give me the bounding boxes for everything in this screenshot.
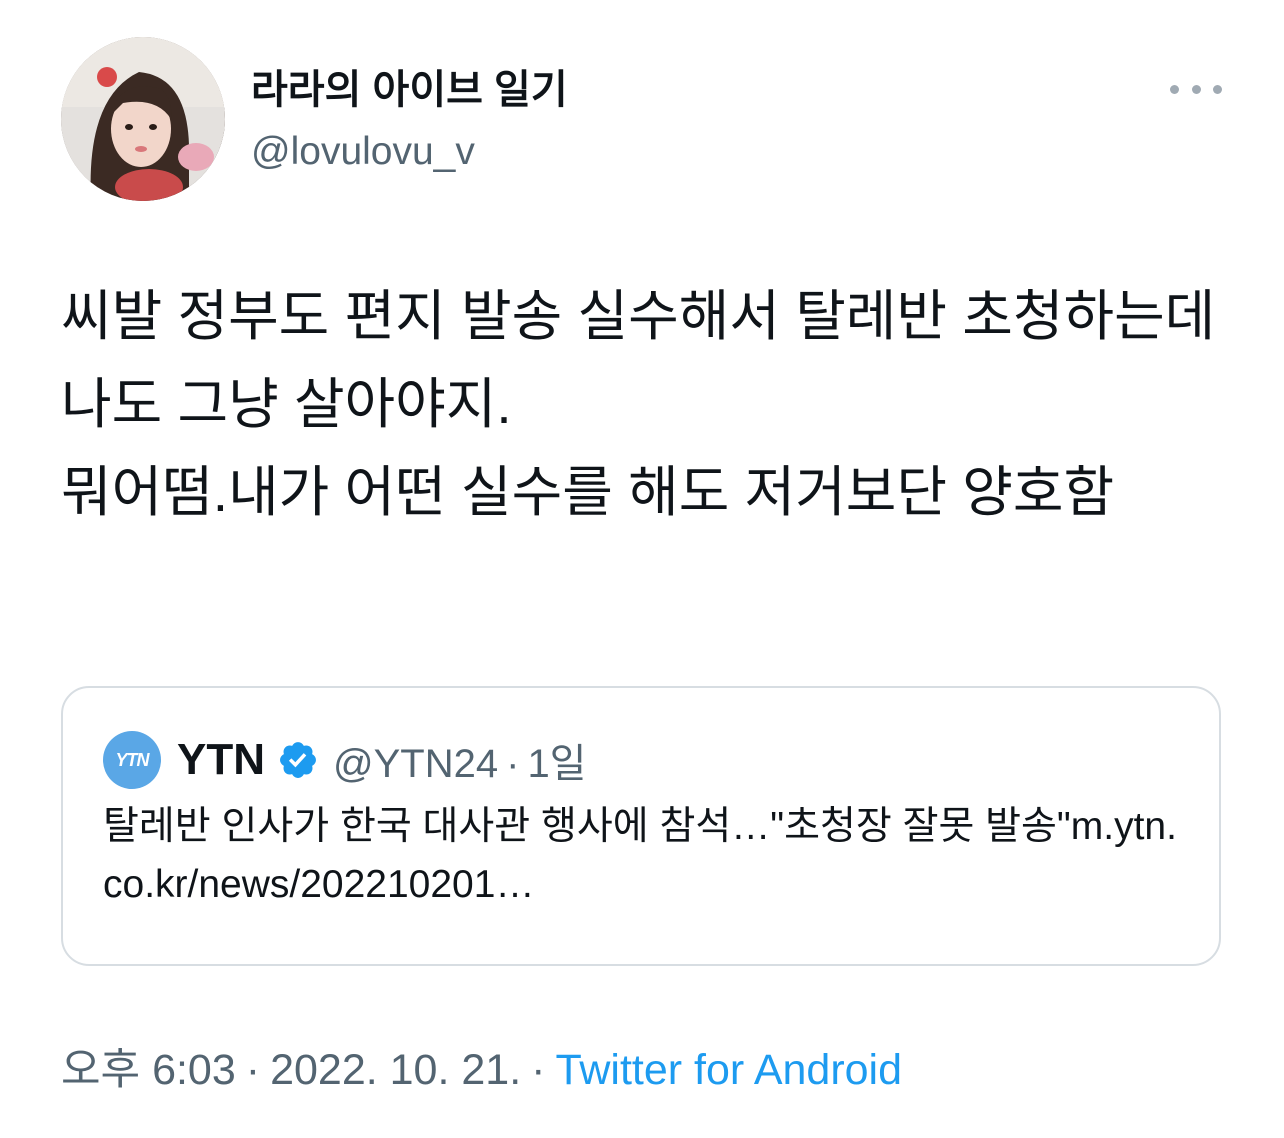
quoted-tweet-text: 탈레반 인사가 한국 대사관 행사에 참석…"초청장 잘못 발송"m.ytn.c… (103, 805, 1177, 906)
more-dot (1213, 84, 1222, 94)
quoted-display-name[interactable]: YTN (177, 735, 265, 785)
tweet-source-link[interactable]: Twitter for Android (555, 1046, 902, 1094)
more-dot (1170, 84, 1179, 94)
meta-separator: · (506, 742, 520, 786)
more-dot (1191, 84, 1201, 94)
tweet-time[interactable]: 오후 6:03 (61, 1046, 236, 1094)
avatar[interactable] (61, 37, 225, 201)
quoted-avatar[interactable]: YTN (103, 731, 161, 789)
quoted-tweet[interactable]: YTN YTN @YTN24 · 1일 탈레반 인사가 한국 대사관 행사에 참석…… (61, 686, 1221, 966)
footer-separator: · (245, 1046, 261, 1094)
quoted-handle[interactable]: @YTN24 (333, 742, 498, 786)
tweet-footer: 오후 6:03 · 2022. 10. 21. · Twitter for Androi… (61, 1040, 902, 1100)
tweet-date[interactable]: 2022. 10. 21. (270, 1046, 521, 1094)
avatar-photo (61, 37, 225, 201)
verified-badge-icon (280, 742, 316, 778)
display-name[interactable]: 라라의 아이브 일기 (251, 64, 568, 116)
more-options-icon[interactable] (1170, 74, 1222, 104)
tweet-text: 씨발 정부도 편지 발송 실수해서 탈레반 초청하는데 나도 그냥 살아야지. … (61, 285, 1216, 523)
quoted-tweet-header: YTN YTN @YTN24 · 1일 (103, 730, 586, 790)
quoted-time[interactable]: 1일 (527, 742, 586, 786)
quoted-meta: @YTN24 · 1일 (333, 731, 586, 789)
user-handle[interactable]: @lovulovu_v (251, 127, 475, 177)
footer-separator: · (531, 1046, 546, 1094)
